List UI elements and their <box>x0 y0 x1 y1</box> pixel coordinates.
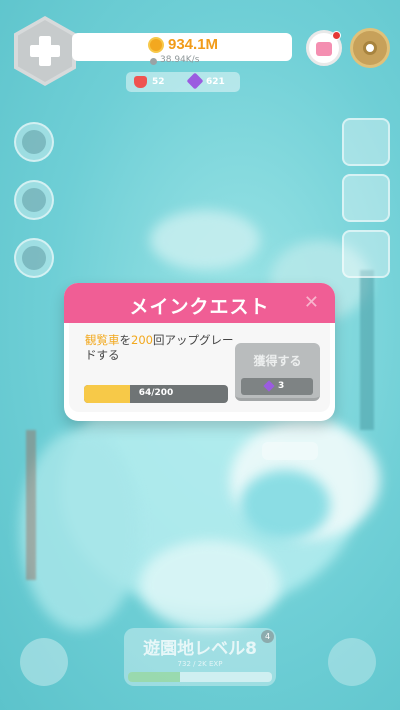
swing-ride-pole <box>26 430 36 580</box>
close-icon[interactable]: ✕ <box>304 292 319 313</box>
map-pill-button[interactable] <box>262 442 318 460</box>
drop-tower <box>360 270 374 430</box>
claim-reward: 3 <box>241 378 313 395</box>
side-card-button-2[interactable] <box>342 174 390 222</box>
gem-icon <box>263 380 275 392</box>
park-level-bar <box>128 672 272 682</box>
quest-description: 観覧車を200回アップグレードする <box>85 333 235 363</box>
shop-bag-icon <box>316 42 332 56</box>
side-menu-button-1[interactable] <box>14 122 54 162</box>
level-badge: 4 <box>261 630 274 643</box>
coin-rate-value: 38.94K/s <box>160 55 200 65</box>
reward-gem-count: 3 <box>278 381 285 391</box>
quest-progress-bar: 64/200 <box>84 385 228 403</box>
claim-button-label: 獲得する <box>253 354 302 368</box>
island-blur-left <box>20 430 140 630</box>
coin-icon <box>148 37 164 53</box>
park-level-panel[interactable]: 遊園地レベル8 732 / 2K EXP <box>124 628 276 686</box>
mascot-icon <box>22 246 46 270</box>
side-menu-button-3[interactable] <box>14 238 54 278</box>
dialog-body: 観覧車を200回アップグレードする 64/200 獲得する 3 <box>69 323 330 412</box>
calendar-icon <box>22 130 46 154</box>
park-level-fill <box>128 672 180 682</box>
dialog-title: メインクエスト <box>129 296 270 318</box>
main-quest-dialog: メインクエスト ✕ 観覧車を200回アップグレードする 64/200 獲得する … <box>64 283 335 421</box>
coin-count: 934.1M <box>168 36 219 53</box>
quest-count: 200 <box>131 333 153 347</box>
claim-button[interactable]: 獲得する 3 <box>235 343 320 401</box>
side-card-button-3[interactable] <box>342 230 390 278</box>
notification-dot <box>332 31 341 40</box>
rate-coin-icon <box>150 58 157 65</box>
quest-text-particle: を <box>119 333 132 347</box>
character-button[interactable] <box>20 638 68 686</box>
map-button[interactable] <box>328 638 376 686</box>
gem-count: 621 <box>206 77 225 87</box>
coin-rate: 38.94K/s <box>150 55 220 67</box>
park-level-title: 遊園地レベル8 <box>143 639 257 659</box>
heart-count: 52 <box>152 77 165 87</box>
plaza-blur <box>140 540 280 630</box>
shop-button[interactable] <box>306 30 342 66</box>
settings-button[interactable] <box>350 28 390 68</box>
park-level-exp: 732 / 2K EXP <box>177 660 223 668</box>
heart-icon <box>134 76 147 88</box>
quest-progress-label: 64/200 <box>138 388 174 398</box>
side-menu-button-2[interactable] <box>14 180 54 220</box>
plus-icon-bar <box>30 45 60 57</box>
quest-target: 観覧車 <box>85 333 120 347</box>
water-blur <box>240 470 330 540</box>
gear-icon <box>363 41 377 55</box>
character-icon <box>22 188 46 212</box>
side-card-button-1[interactable] <box>342 118 390 166</box>
rock-blur <box>150 210 260 270</box>
dialog-header: メインクエスト ✕ <box>64 283 335 323</box>
